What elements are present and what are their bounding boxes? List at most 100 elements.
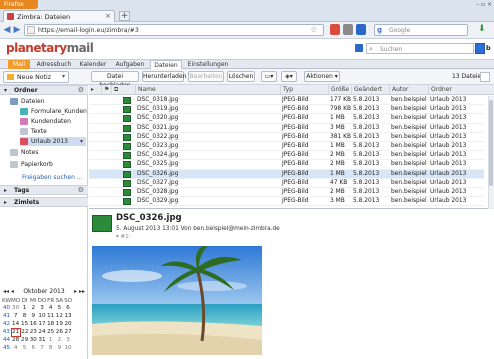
addon-blue-icon[interactable] <box>356 24 366 35</box>
site-identity-icon[interactable] <box>27 26 35 34</box>
table-row[interactable]: DSC_0325.jpg JPEG-Bild 2 MB 5.8.2013 ben.bei… <box>89 160 484 170</box>
tab-adressbuch[interactable]: Adressbuch <box>36 60 72 69</box>
calendar-day[interactable]: 8 <box>20 312 29 320</box>
calendar-day[interactable]: 30 <box>11 304 20 312</box>
table-row[interactable]: DSC_0329.jpg JPEG-Bild 3 MB 5.8.2013 ben.bei… <box>89 197 484 207</box>
calendar-day[interactable]: 15 <box>20 320 29 328</box>
expand-icon[interactable]: ▸ <box>4 186 7 195</box>
column-type[interactable]: Typ <box>280 85 328 95</box>
zimlets-header[interactable]: ▸ Zimlets <box>0 197 88 207</box>
select-all-checkbox[interactable]: ▸ <box>89 85 101 95</box>
table-row[interactable]: DSC_0320.jpg JPEG-Bild 1 MB 5.8.2013 ben.bei… <box>89 114 484 124</box>
app-search-button[interactable] <box>475 43 485 54</box>
calendar-day[interactable]: 23 <box>29 328 38 336</box>
flag-column-icon[interactable]: ⚑ <box>101 85 111 95</box>
gear-icon[interactable]: ⚙ <box>78 186 84 195</box>
find-shares-link[interactable]: Freigaben suchen ... <box>22 174 83 181</box>
calendar-day[interactable]: 29 <box>20 336 29 344</box>
new-note-button[interactable]: Neue Notiz ▾ <box>3 71 69 83</box>
calendar-day[interactable]: 13 <box>64 312 73 320</box>
calendar-day[interactable]: 10 <box>38 312 47 320</box>
table-row[interactable]: DSC_0323.jpg JPEG-Bild 1 MB 5.8.2013 ben.bei… <box>89 142 484 152</box>
calendar-day[interactable]: 10 <box>64 344 73 352</box>
move-folder-icon[interactable]: ▭▾ <box>261 71 277 82</box>
calendar-day[interactable]: 9 <box>29 312 38 320</box>
close-tab-icon[interactable]: × <box>105 12 111 20</box>
calendar-day[interactable]: 5 <box>20 344 29 352</box>
gear-icon[interactable]: ⚙ <box>78 86 84 95</box>
column-folder[interactable]: Ordner <box>428 85 488 95</box>
calendar-day[interactable]: 31 <box>38 336 47 344</box>
view-options-icon[interactable] <box>480 72 490 82</box>
list-scrollbar-thumb[interactable] <box>489 100 493 186</box>
sidebar-item-notes[interactable]: Notes <box>10 148 86 157</box>
column-size[interactable]: Größe <box>328 85 351 95</box>
tab-mail[interactable]: Mail <box>8 60 30 69</box>
calendar-day[interactable]: 7 <box>38 344 47 352</box>
table-row[interactable]: DSC_0328.jpg JPEG-Bild 2 MB 5.8.2013 ben.bei… <box>89 188 484 198</box>
table-row[interactable]: DSC_0327.jpg JPEG-Bild 47 KB 5.8.2013 ben.be… <box>89 179 484 188</box>
chevron-down-icon[interactable]: ▾ <box>80 137 83 146</box>
tab-kalender[interactable]: Kalender <box>78 60 108 69</box>
calendar-day[interactable]: 3 <box>38 304 47 312</box>
table-row[interactable]: DSC_0324.jpg JPEG-Bild 2 MB 5.8.2013 ben.bei… <box>89 151 484 161</box>
table-row[interactable]: DSC_0319.jpg JPEG-Bild 798 KB 5.8.2013 ben.b… <box>89 105 484 115</box>
calendar-day[interactable]: 12 <box>55 312 64 320</box>
calendar-day[interactable]: 1 <box>20 304 29 312</box>
addon-s-icon[interactable] <box>330 24 340 35</box>
sidebar-item-papierkorb[interactable]: Papierkorb <box>10 160 86 169</box>
column-author[interactable]: Autor <box>389 85 428 95</box>
calendar-day[interactable]: 4 <box>11 344 20 352</box>
reload-icon[interactable] <box>343 24 353 35</box>
sidebar-item-formulare-kunden[interactable]: Formulare_Kunden <box>20 107 87 116</box>
calendar-day[interactable]: 6 <box>64 304 73 312</box>
calendar-day[interactable]: 17 <box>38 320 47 328</box>
browser-search-box[interactable]: g Google <box>374 24 468 36</box>
calendar-day[interactable]: 22 <box>20 328 29 336</box>
sidebar-item-dateien[interactable]: Dateien <box>10 97 86 106</box>
calendar-day[interactable]: 26 <box>55 328 64 336</box>
attachment-column-icon[interactable]: ⧉ <box>111 85 121 95</box>
sidebar-item-urlaub-2013[interactable]: Urlaub 2013 ▾ <box>20 137 86 146</box>
calendar-day[interactable]: 19 <box>55 320 64 328</box>
table-row[interactable]: DSC_0321.jpg JPEG-Bild 3 MB 5.8.2013 ben.bei… <box>89 124 484 133</box>
calendar-day[interactable]: 2 <box>55 336 64 344</box>
column-modified[interactable]: Geändert <box>351 85 389 95</box>
calendar-day[interactable]: 9 <box>55 344 64 352</box>
sidebar-item-kundendaten[interactable]: Kundendaten <box>20 117 86 126</box>
bookmark-star-icon[interactable]: ☆ <box>310 25 317 34</box>
browser-tab[interactable]: Zimbra: Dateien × <box>3 10 115 22</box>
calendar-day[interactable]: 7 <box>11 312 20 320</box>
table-row[interactable]: DSC_0326.jpg JPEG-Bild 1 MB 5.8.2013 ben.bei… <box>89 169 484 179</box>
firefox-menu-button[interactable]: Firefox <box>0 0 38 9</box>
calendar-day[interactable]: 24 <box>38 328 47 336</box>
delete-button[interactable]: Löschen <box>227 71 255 82</box>
calendar-day[interactable]: 8 <box>46 344 55 352</box>
calendar-day[interactable]: 21 <box>10 327 21 337</box>
calendar-day[interactable]: 28 <box>11 336 20 344</box>
download-icon[interactable]: ⬇ <box>478 24 486 34</box>
calendar-prev-icon[interactable]: ◂◂ ◂ <box>3 287 14 297</box>
tag-icon[interactable]: ◈▾ <box>281 71 297 82</box>
calendar-day[interactable]: 6 <box>29 344 38 352</box>
preview-tag[interactable]: ▾ #1: <box>116 234 130 240</box>
forward-icon[interactable]: ▶ <box>12 25 22 35</box>
actions-menu-button[interactable]: Aktionen ▾ <box>304 71 340 82</box>
sidebar-item-texte[interactable]: Texte <box>20 127 86 136</box>
user-menu[interactable]: b <box>486 44 491 52</box>
collapse-icon[interactable]: ▾ <box>4 86 7 95</box>
calendar-day[interactable]: 11 <box>46 312 55 320</box>
column-name[interactable]: Name <box>135 85 280 95</box>
planetarymail-logo[interactable]: planetarymail <box>6 41 94 55</box>
expand-icon[interactable]: ▸ <box>4 198 7 207</box>
edit-button[interactable]: Bearbeiten <box>188 71 224 82</box>
table-row[interactable]: DSC_0322.jpg JPEG-Bild 381 KB 5.8.2013 ben.b… <box>89 133 484 142</box>
tags-header[interactable]: ▸ Tags ⚙ <box>0 185 88 195</box>
new-tab-button[interactable]: + <box>119 11 130 21</box>
tab-einstellungen[interactable]: Einstellungen <box>186 60 230 69</box>
upload-button[interactable]: Datei hochladen <box>91 71 139 89</box>
calendar-day[interactable]: 1 <box>46 336 55 344</box>
table-row[interactable]: DSC_0318.jpg JPEG-Bild 177 KB 5.8.2013 ben.b… <box>89 96 484 106</box>
calendar-day[interactable]: 5 <box>55 304 64 312</box>
calendar-day[interactable]: 27 <box>64 328 73 336</box>
